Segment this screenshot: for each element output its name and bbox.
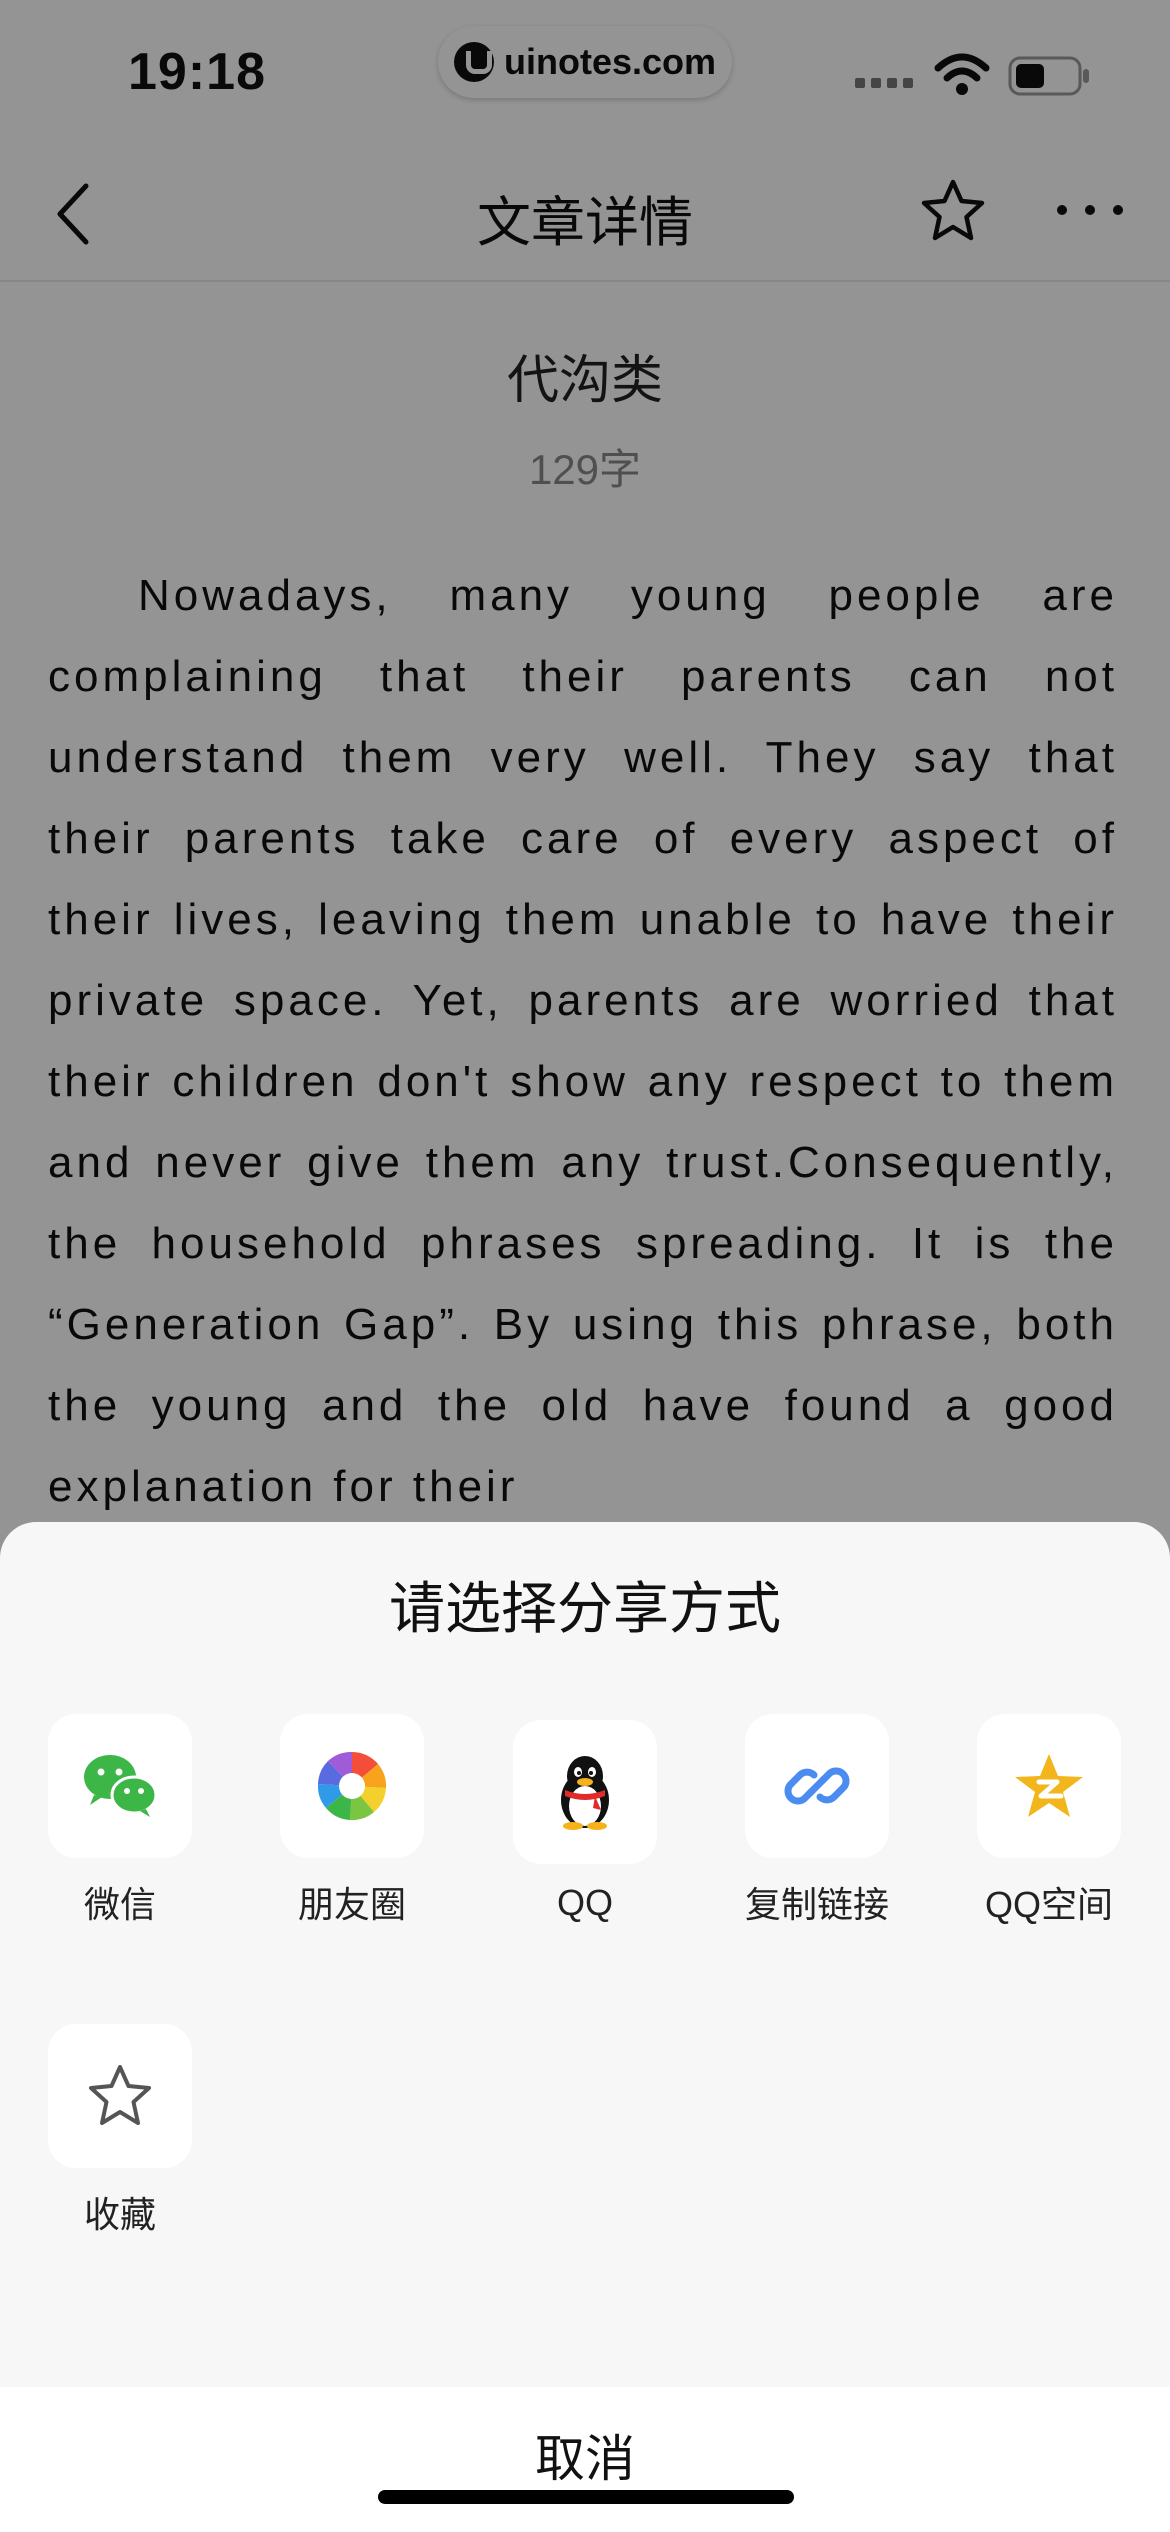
page: 19:18 uinotes.com 文章详情 代沟类 129字 Nowadays… bbox=[0, 0, 1170, 2532]
share-option-qq-tile[interactable] bbox=[513, 1720, 657, 1864]
share-option-qzone[interactable]: QQ空间 bbox=[949, 1714, 1149, 1928]
share-option-moments-tile[interactable] bbox=[280, 1714, 424, 1858]
share-option-label: 复制链接 bbox=[744, 1884, 889, 1925]
cancel-bar: 取消 bbox=[0, 2387, 1170, 2532]
qq-penguin-icon bbox=[561, 1756, 609, 1830]
moments-icon bbox=[317, 1751, 387, 1821]
share-option-label: 朋友圈 bbox=[297, 1884, 406, 1925]
share-option-wechat[interactable]: 微信 bbox=[20, 1714, 220, 1928]
share-option-favorite-tile[interactable] bbox=[48, 2024, 192, 2168]
wechat-icon bbox=[84, 1755, 158, 1817]
share-option-favorite[interactable]: 收藏 bbox=[20, 2024, 220, 2238]
share-option-label: 收藏 bbox=[83, 2194, 156, 2235]
share-option-wechat-tile[interactable] bbox=[48, 1714, 192, 1858]
home-indicator bbox=[378, 2490, 794, 2504]
share-option-label: QQ空间 bbox=[984, 1884, 1113, 1925]
share-option-qq[interactable]: QQ bbox=[485, 1720, 685, 1924]
star-outline-icon bbox=[89, 2065, 151, 2125]
share-option-copy-link[interactable]: 复制链接 bbox=[717, 1714, 917, 1928]
share-option-qzone-tile[interactable] bbox=[977, 1714, 1121, 1858]
share-sheet: 请选择分享方式 微信 朋友圈 QQ 复制链接 QQ空间 收藏 取消 bbox=[0, 1522, 1170, 2532]
qzone-star-icon bbox=[1015, 1754, 1083, 1817]
cancel-button[interactable]: 取消 bbox=[0, 2419, 1170, 2491]
link-icon bbox=[784, 1767, 850, 1805]
share-option-label: QQ bbox=[556, 1882, 613, 1923]
share-option-label: 微信 bbox=[83, 1884, 156, 1925]
share-sheet-title: 请选择分享方式 bbox=[389, 1577, 781, 1640]
share-option-copy-link-tile[interactable] bbox=[745, 1714, 889, 1858]
share-option-moments[interactable]: 朋友圈 bbox=[252, 1714, 452, 1928]
